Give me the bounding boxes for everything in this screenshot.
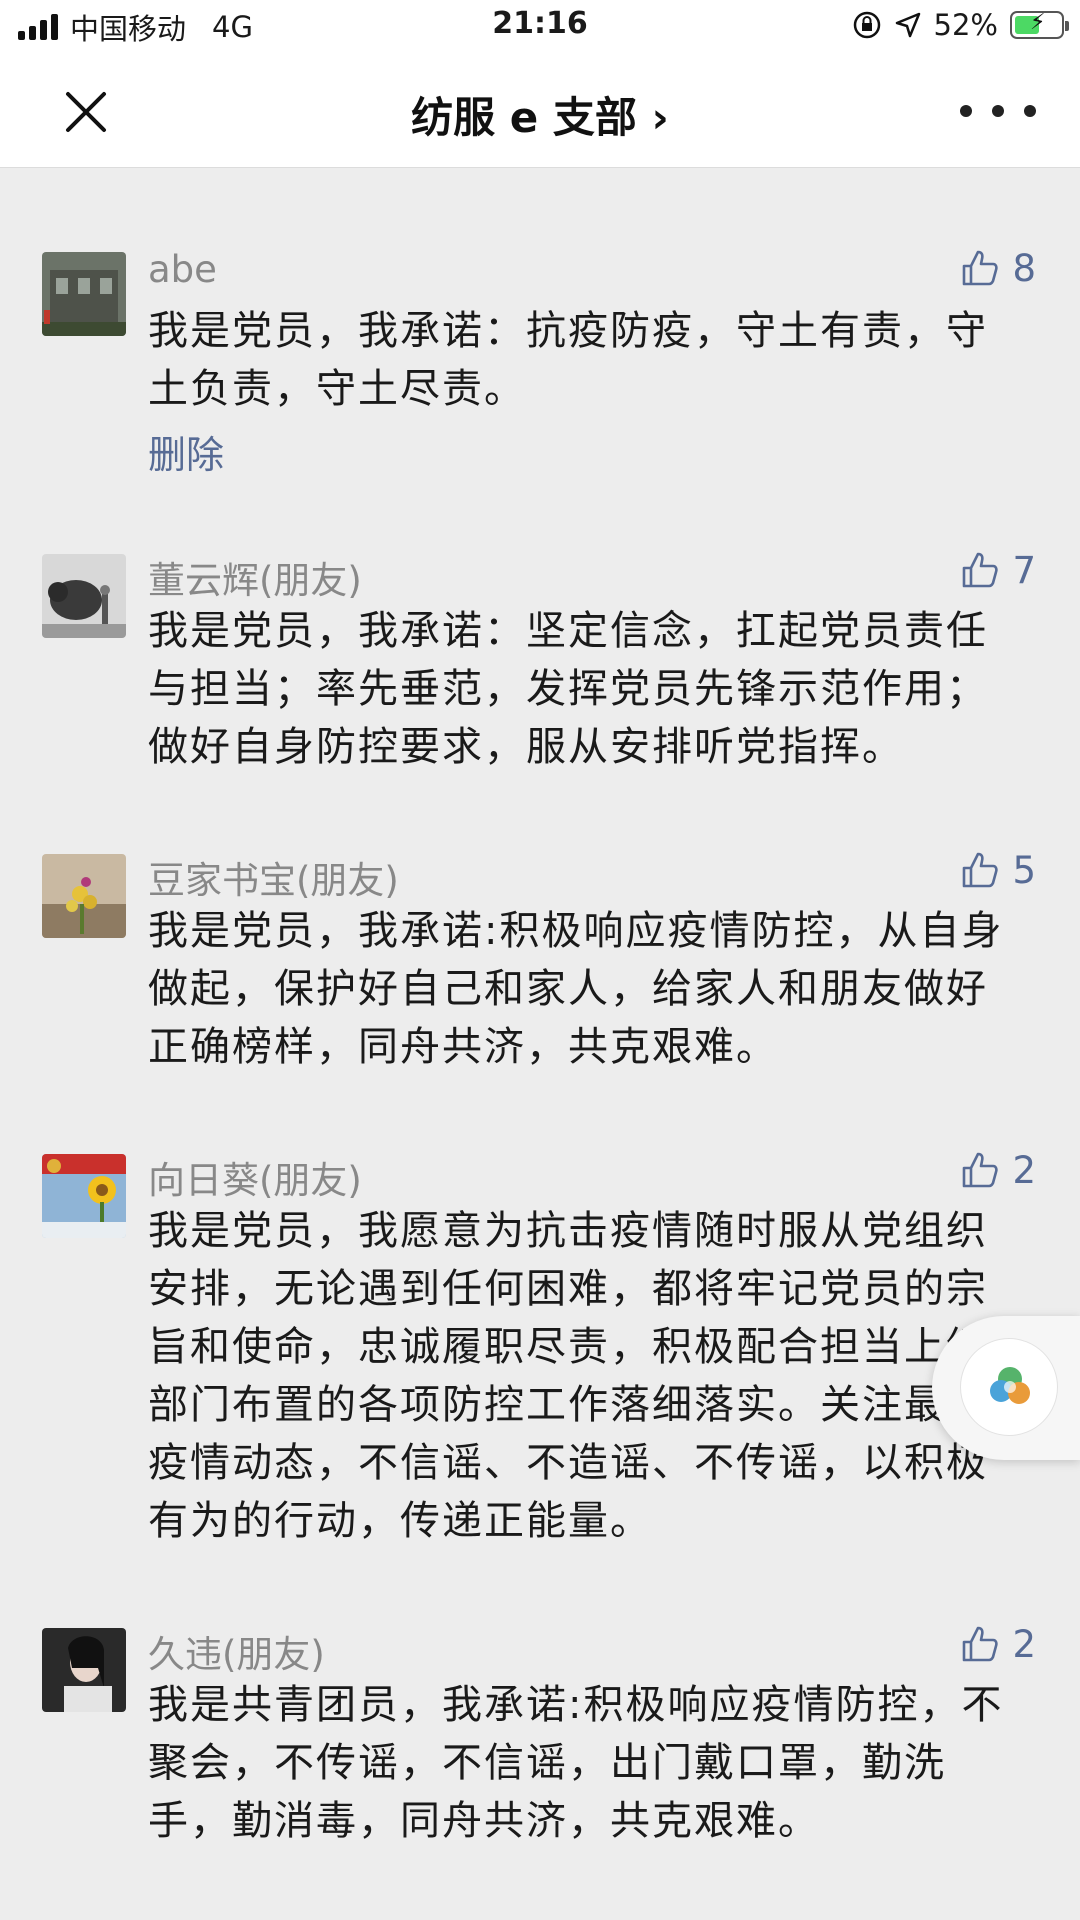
- comment-text: 我是党员，我承诺：抗疫防疫，守土有责，守土负责，守土尽责。: [148, 308, 988, 412]
- like-count: 2: [1012, 1148, 1036, 1192]
- like-count: 2: [1012, 1622, 1036, 1666]
- thumbs-up-icon: [963, 250, 999, 286]
- comment-text: 我是党员，我承诺：坚定信念，扛起党员责任与担当；率先垂范，发挥党员先锋示范作用；…: [148, 608, 988, 770]
- like-count: 5: [1012, 848, 1036, 892]
- like-count: 8: [1012, 246, 1036, 290]
- comment-item: abe 8 我是党员，我承诺：抗疫防疫，守土有责，守土负责，守土尽责。 删除: [0, 168, 1080, 477]
- avatar[interactable]: [42, 1628, 126, 1712]
- like-button[interactable]: 2: [958, 1148, 1036, 1192]
- commenter-name: 董云辉(朋友): [148, 559, 362, 602]
- orientation-lock-icon: [853, 11, 880, 39]
- comment-item: 向日葵(朋友) 2 我是党员，我愿意为抗击疫情随时服从党组织安排，无论遇到任何困…: [0, 1068, 1080, 1544]
- like-button[interactable]: 8: [958, 246, 1036, 290]
- thumbs-up-icon: [963, 852, 999, 888]
- commenter-name: 久违(朋友): [148, 1633, 325, 1676]
- page-title[interactable]: 纺服 e 支部 ›: [0, 84, 1080, 145]
- avatar[interactable]: [42, 554, 126, 638]
- battery-percent: 52%: [933, 8, 998, 42]
- thumbs-up-icon: [963, 1626, 999, 1662]
- comment-text: 我是党员，我愿意为抗击疫情随时服从党组织安排，无论遇到任何困难，都将牢记党员的宗…: [148, 1208, 988, 1544]
- avatar[interactable]: [42, 252, 126, 336]
- more-icon[interactable]: [960, 86, 1036, 136]
- battery-icon: ⚡: [1010, 10, 1069, 39]
- mini-program-logo: [960, 1338, 1058, 1436]
- commenter-name: 豆家书宝(朋友): [148, 859, 399, 902]
- like-button[interactable]: 7: [958, 548, 1036, 592]
- commenter-name: abe: [148, 248, 217, 291]
- floating-window-button[interactable]: [932, 1316, 1080, 1460]
- thumbs-up-icon: [963, 552, 999, 588]
- comment-text: 我是党员，我承诺:积极响应疫情防控，从自身做起，保护好自己和家人，给家人和朋友做…: [148, 908, 1004, 1070]
- like-button[interactable]: 5: [958, 848, 1036, 892]
- avatar[interactable]: [42, 1154, 126, 1238]
- comment-item: 久违(朋友) 2 我是共青团员，我承诺:积极响应疫情防控，不聚会，不传谣，不信谣…: [0, 1542, 1080, 1844]
- like-count: 7: [1012, 548, 1036, 592]
- comment-item: 董云辉(朋友) 7 我是党员，我承诺：坚定信念，扛起党员责任与担当；率先垂范，发…: [0, 468, 1080, 770]
- location-icon: [895, 12, 920, 38]
- commenter-name: 向日葵(朋友): [148, 1159, 362, 1202]
- avatar[interactable]: [42, 854, 126, 938]
- comment-text: 我是共青团员，我承诺:积极响应疫情防控，不聚会，不传谣，不信谣，出门戴口罩，勤洗…: [148, 1682, 1004, 1844]
- thumbs-up-icon: [963, 1152, 999, 1188]
- nav-bar: 纺服 e 支部 ›: [0, 56, 1080, 168]
- status-bar: 中国移动 4G 21:16 52% ⚡: [0, 0, 1080, 56]
- comment-item: 豆家书宝(朋友) 5 我是党员，我承诺:积极响应疫情防控，从自身做起，保护好自己…: [0, 768, 1080, 1070]
- like-button[interactable]: 2: [958, 1622, 1036, 1666]
